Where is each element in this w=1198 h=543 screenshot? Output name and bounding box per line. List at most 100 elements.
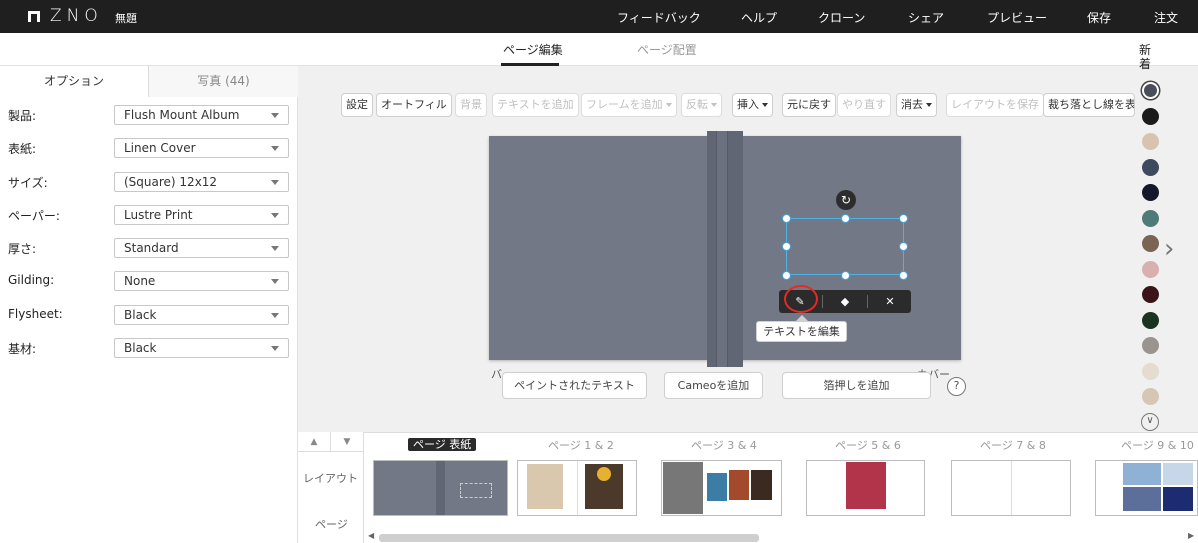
resize-handle[interactable] (782, 242, 791, 251)
nav-preview[interactable]: プレビュー (987, 9, 1047, 26)
nav-feedback[interactable]: フィードバック (617, 9, 701, 26)
flip-button[interactable]: 反転 (681, 93, 722, 117)
thickness-select[interactable]: Standard (114, 238, 289, 258)
size-select[interactable]: (Square) 12x12 (114, 172, 289, 192)
layout-label[interactable]: レイアウト (303, 470, 358, 486)
caret-down-icon (926, 103, 932, 107)
thumbnail-page-5-6[interactable] (806, 460, 925, 516)
chevron-down-icon (271, 346, 279, 351)
show-bleed-button[interactable]: 裁ち落とし線を表示 (1043, 93, 1135, 117)
horizontal-scrollbar-thumb[interactable] (379, 534, 759, 542)
expand-swatches-icon[interactable]: ∨ (1141, 413, 1159, 431)
thickness-select-value: Standard (124, 241, 179, 255)
thumbnail-page-3-4[interactable] (661, 460, 782, 516)
material-select[interactable]: Black (114, 338, 289, 358)
color-swatch[interactable] (1142, 311, 1159, 329)
autofill-button[interactable]: オートフィル (376, 93, 452, 117)
nav-save[interactable]: 保存 (1087, 9, 1111, 26)
resize-handle[interactable] (782, 214, 791, 223)
color-swatch[interactable] (1142, 107, 1159, 125)
tab-page-edit[interactable]: ページ編集 (503, 41, 563, 58)
scroll-left-icon[interactable]: ◀ (368, 531, 374, 540)
paper-select[interactable]: Lustre Print (114, 205, 289, 225)
color-swatch[interactable] (1142, 184, 1159, 201)
document-title[interactable]: 無題 (115, 10, 137, 26)
nav-order[interactable]: 注文 (1154, 9, 1178, 26)
flysheet-select-value: Black (124, 308, 157, 322)
tab-options[interactable]: オプション (0, 66, 149, 97)
tab-photos[interactable]: 写真 (44) (149, 66, 298, 97)
resize-handle[interactable] (899, 214, 908, 223)
save-layout-button[interactable]: レイアウトを保存 (946, 93, 1044, 117)
page-label-7-8[interactable]: ページ 7 & 8 (980, 437, 1046, 453)
edit-text-tooltip: テキストを編集 (756, 321, 847, 342)
flysheet-select[interactable]: Black (114, 305, 289, 325)
add-cameo-button[interactable]: Cameoを追加 (664, 372, 763, 399)
color-swatch[interactable] (1142, 362, 1159, 380)
separator (822, 295, 823, 308)
undo-button[interactable]: 元に戻す (782, 93, 836, 117)
thumbnail-cover[interactable] (373, 460, 508, 516)
panel-tabs: オプション 写真 (44) (0, 66, 298, 97)
option-label-paper: ペーパー: (8, 209, 60, 223)
thumbnail-page-1-2[interactable] (517, 460, 637, 516)
painted-text-button[interactable]: ペイントされたテキスト (502, 372, 647, 399)
product-select-value: Flush Mount Album (124, 108, 240, 122)
rotate-icon[interactable]: ↻ (836, 190, 856, 210)
layers-icon[interactable]: ◆ (834, 290, 856, 313)
resize-handle[interactable] (899, 242, 908, 251)
color-swatch[interactable] (1142, 286, 1159, 303)
chevron-down-icon (271, 113, 279, 118)
help-icon[interactable]: ? (947, 377, 966, 396)
caret-down-icon (762, 103, 768, 107)
top-bar: ZNO 無題 フィードバック ヘルプ クローン シェア プレビュー 保存 注文 (0, 0, 1198, 33)
resize-handle[interactable] (841, 271, 850, 280)
option-label-gilding: Gilding: (8, 273, 55, 287)
insert-button[interactable]: 挿入 (732, 93, 773, 117)
add-foil-stamp-button[interactable]: 箔押しを追加 (782, 372, 931, 399)
add-text-button[interactable]: テキストを追加 (492, 93, 579, 117)
next-page-arrow-icon[interactable]: › (1164, 234, 1174, 264)
clear-button[interactable]: 消去 (896, 93, 937, 117)
resize-handle[interactable] (782, 271, 791, 280)
scroll-down-icon[interactable]: ▼ (331, 432, 364, 452)
resize-handle[interactable] (841, 214, 850, 223)
page-label[interactable]: ページ (315, 516, 348, 532)
add-frame-button[interactable]: フレームを追加 (581, 93, 677, 117)
nav-share[interactable]: シェア (908, 9, 944, 26)
page-label-cover[interactable]: ページ 表紙 (408, 438, 477, 451)
page-label-5-6[interactable]: ページ 5 & 6 (835, 437, 901, 453)
chevron-down-icon (271, 313, 279, 318)
scroll-up-icon[interactable]: ▲ (298, 432, 331, 452)
separator (867, 295, 868, 308)
redo-button[interactable]: やり直す (837, 93, 891, 117)
color-swatch[interactable] (1142, 158, 1159, 176)
color-swatch[interactable] (1142, 133, 1159, 150)
color-swatch[interactable] (1142, 209, 1159, 227)
chevron-down-icon (271, 180, 279, 185)
nav-help[interactable]: ヘルプ (741, 9, 777, 26)
color-swatch[interactable] (1142, 260, 1159, 278)
nav-clone[interactable]: クローン (818, 9, 865, 26)
thumbnail-page-7-8[interactable] (951, 460, 1071, 516)
size-select-value: (Square) 12x12 (124, 175, 218, 189)
text-frame-selection[interactable] (786, 218, 904, 275)
background-button[interactable]: 背景 (455, 93, 487, 117)
resize-handle[interactable] (899, 271, 908, 280)
thumbnail-page-9-10[interactable] (1095, 460, 1198, 516)
close-icon[interactable]: ✕ (879, 290, 901, 313)
color-swatch[interactable] (1142, 337, 1159, 354)
color-swatch[interactable] (1142, 235, 1159, 252)
page-label-1-2[interactable]: ページ 1 & 2 (548, 437, 614, 453)
tab-page-arrange[interactable]: ページ配置 (637, 41, 697, 58)
settings-button[interactable]: 設定 (341, 93, 373, 117)
page-label-3-4[interactable]: ページ 3 & 4 (691, 437, 757, 453)
cover-select[interactable]: Linen Cover (114, 138, 289, 158)
scroll-right-icon[interactable]: ▶ (1188, 531, 1194, 540)
gilding-select[interactable]: None (114, 271, 289, 291)
option-label-size: サイズ: (8, 176, 48, 190)
color-swatch[interactable] (1142, 388, 1159, 405)
product-select[interactable]: Flush Mount Album (114, 105, 289, 125)
color-swatch[interactable] (1142, 82, 1159, 99)
page-label-9-10[interactable]: ページ 9 & 10 (1121, 437, 1194, 453)
